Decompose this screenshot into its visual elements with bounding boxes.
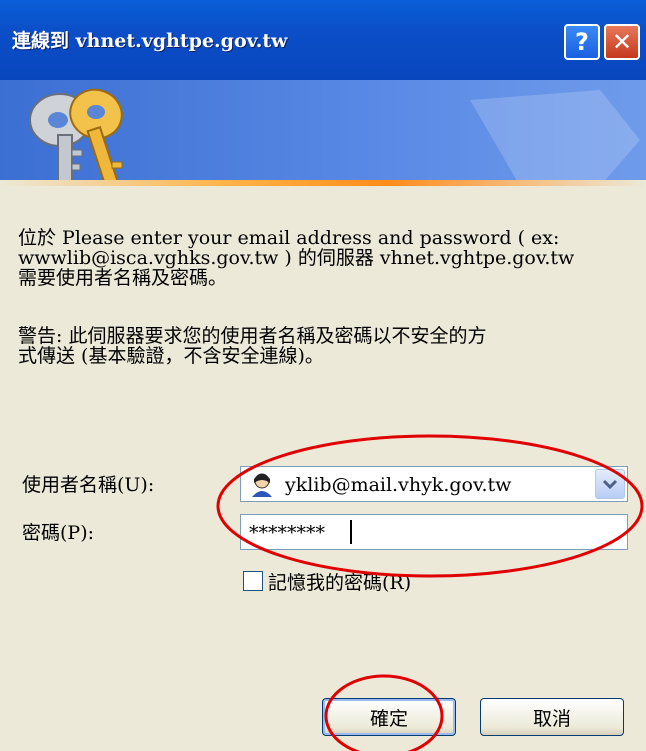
password-value: ********	[249, 522, 325, 544]
banner-art	[29, 88, 640, 186]
cancel-button[interactable]: 取消	[480, 698, 624, 736]
login-dialog: 連線到 vhnet.vghtpe.gov.tw ? ✕ 位於 Please en…	[0, 0, 646, 751]
username-value: yklib@mail.vhyk.gov.tw	[285, 474, 512, 496]
password-input[interactable]: ********	[240, 514, 628, 550]
message-line: 位於 Please enter your email address and p…	[18, 227, 560, 249]
banner-divider	[0, 180, 646, 186]
close-button[interactable]: ✕	[604, 24, 640, 60]
ok-button[interactable]: 確定	[322, 698, 456, 736]
annotation-ellipse-credentials	[216, 434, 644, 578]
cancel-button-label: 取消	[532, 707, 571, 730]
close-icon: ✕	[611, 28, 633, 56]
dialog-title: 連線到 vhnet.vghtpe.gov.tw	[12, 30, 288, 52]
banner	[0, 80, 646, 186]
help-button[interactable]: ?	[564, 24, 600, 60]
username-dropdown-button[interactable]	[595, 469, 625, 499]
warning-line: 警告: 此伺服器要求您的使用者名稱及密碼以不安全的方	[18, 325, 487, 347]
message-line: 需要使用者名稱及密碼。	[18, 267, 228, 289]
chevron-down-icon	[602, 479, 618, 490]
title-bar[interactable]: 連線到 vhnet.vghtpe.gov.tw ? ✕	[0, 0, 646, 80]
remember-password-checkbox[interactable]	[243, 571, 263, 591]
username-combobox[interactable]: yklib@mail.vhyk.gov.tw	[240, 466, 628, 502]
message-line: wwwlib@isca.vghks.gov.tw ) 的伺服器 vhnet.vg…	[18, 247, 575, 269]
help-icon: ?	[575, 28, 589, 56]
text-caret	[350, 520, 352, 544]
ok-button-label: 確定	[369, 707, 408, 730]
user-icon	[252, 473, 272, 497]
username-label: 使用者名稱(U):	[22, 474, 155, 496]
security-warning: 警告: 此伺服器要求您的使用者名稱及密碼以不安全的方 式傳送 (基本驗證，不含安…	[18, 326, 628, 366]
password-label: 密碼(P):	[22, 522, 95, 544]
server-message: 位於 Please enter your email address and p…	[18, 228, 628, 288]
keys-icon	[29, 88, 123, 186]
warning-line: 式傳送 (基本驗證，不含安全連線)。	[18, 345, 324, 367]
remember-password-label[interactable]: 記憶我的密碼(R)	[268, 568, 411, 595]
